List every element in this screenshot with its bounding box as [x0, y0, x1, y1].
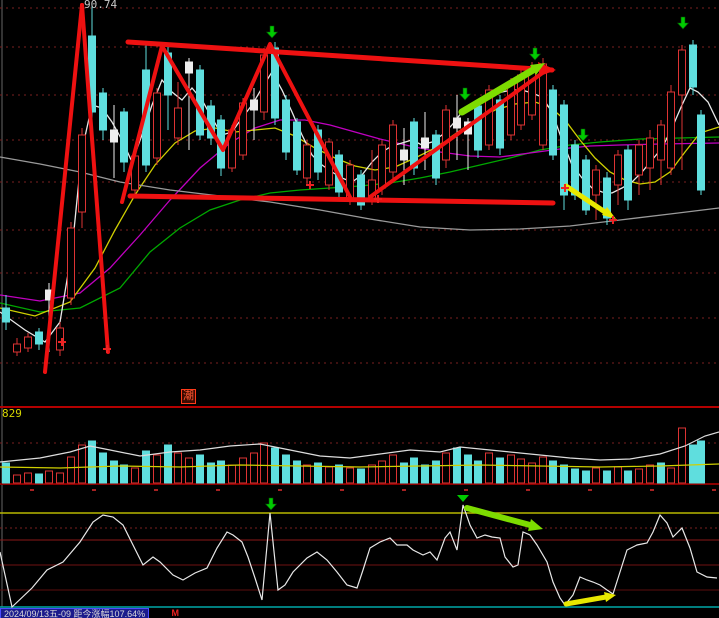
status-m-marker: M — [171, 608, 180, 618]
annotation-stamp: 潮 — [181, 389, 196, 404]
volume-scale-label: 829 — [2, 407, 22, 420]
price-peak-label: 90.74 — [84, 0, 118, 11]
status-bar: 2024/09/13五-09 距今涨幅107.64% M — [0, 608, 719, 618]
chart-canvas[interactable] — [0, 0, 719, 618]
status-date-text: 2024/09/13五-09 距今涨幅107.64% — [0, 608, 150, 618]
trading-app-window: 90.74 829 潮 2024/09/13五-09 距今涨幅107.64% M — [0, 0, 719, 618]
